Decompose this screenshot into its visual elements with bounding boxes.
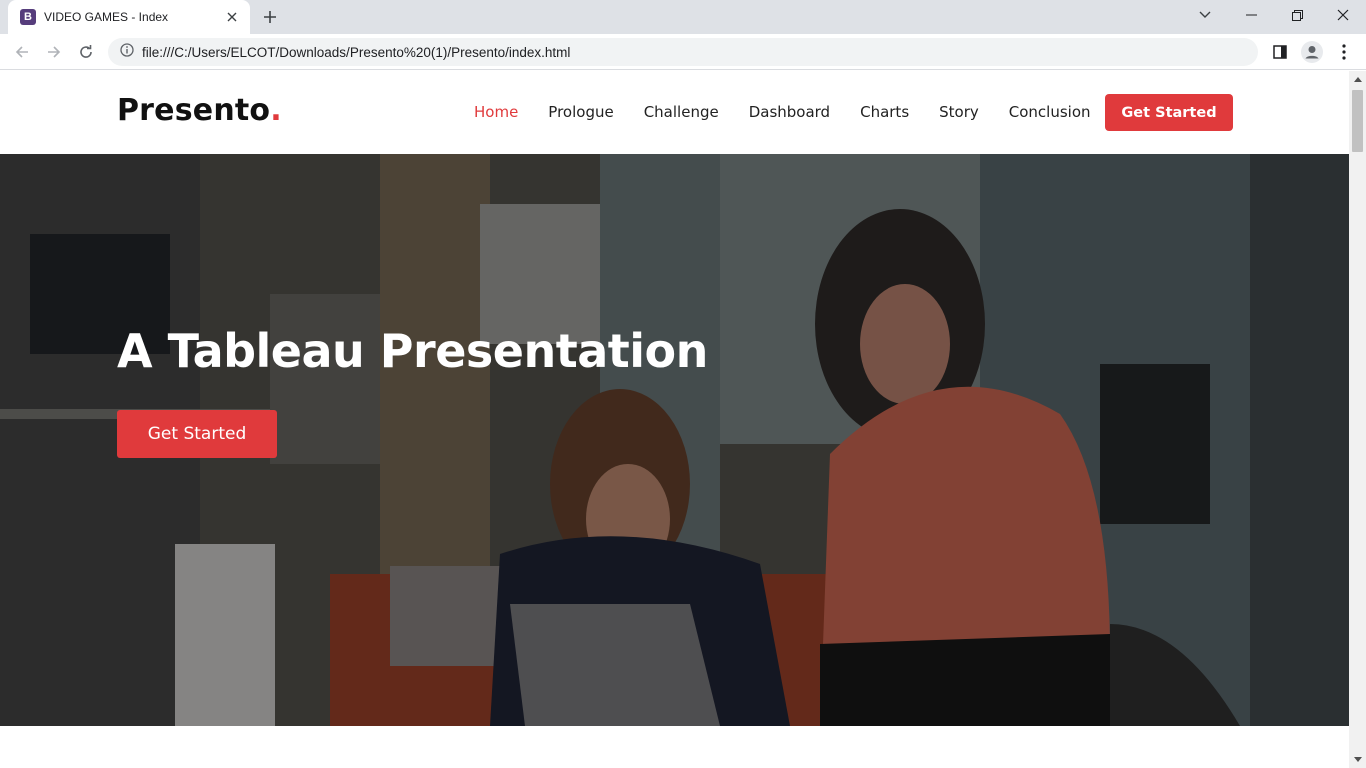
browser-tabstrip: B VIDEO GAMES - Index: [0, 0, 1366, 34]
info-icon[interactable]: [120, 42, 134, 62]
nav-conclusion[interactable]: Conclusion: [1009, 103, 1091, 121]
nav-charts[interactable]: Charts: [860, 103, 909, 121]
forward-arrow-icon[interactable]: [42, 40, 66, 64]
new-tab-plus-icon[interactable]: [258, 6, 282, 28]
site-logo[interactable]: Presento.: [117, 93, 282, 128]
logo-dot: .: [270, 93, 282, 128]
hero-title: A Tableau Presentation: [117, 324, 708, 378]
minimize-icon[interactable]: [1228, 0, 1274, 30]
nav-home[interactable]: Home: [474, 103, 518, 121]
page-viewport: Presento. Home Prologue Challenge Dashbo…: [0, 71, 1349, 768]
profile-avatar-icon[interactable]: [1300, 40, 1324, 64]
tab-search-chevron-icon[interactable]: [1182, 0, 1228, 30]
hero-section: A Tableau Presentation Get Started: [0, 154, 1349, 726]
header-get-started-button[interactable]: Get Started: [1105, 94, 1233, 131]
tab-title: VIDEO GAMES - Index: [44, 10, 169, 24]
page-scrollbar[interactable]: [1349, 71, 1366, 768]
address-bar[interactable]: file:///C:/Users/ELCOT/Downloads/Present…: [108, 38, 1258, 66]
url-text: file:///C:/Users/ELCOT/Downloads/Present…: [142, 44, 571, 60]
window-close-icon[interactable]: [1320, 0, 1366, 30]
bootstrap-favicon-icon: B: [20, 9, 36, 25]
nav-story[interactable]: Story: [939, 103, 979, 121]
close-icon[interactable]: [224, 9, 240, 25]
nav-dashboard[interactable]: Dashboard: [749, 103, 830, 121]
reload-icon[interactable]: [74, 40, 98, 64]
main-nav: Home Prologue Challenge Dashboard Charts…: [474, 103, 1121, 121]
site-header: Presento. Home Prologue Challenge Dashbo…: [0, 71, 1349, 154]
browser-tab[interactable]: B VIDEO GAMES - Index: [8, 0, 250, 34]
restore-icon[interactable]: [1274, 0, 1320, 30]
menu-kebab-icon[interactable]: [1332, 40, 1356, 64]
side-panel-icon[interactable]: [1268, 40, 1292, 64]
scroll-down-arrow-icon[interactable]: [1349, 751, 1366, 768]
browser-toolbar: file:///C:/Users/ELCOT/Downloads/Present…: [0, 34, 1366, 70]
scroll-thumb[interactable]: [1352, 90, 1363, 152]
nav-challenge[interactable]: Challenge: [644, 103, 719, 121]
scroll-up-arrow-icon[interactable]: [1349, 71, 1366, 88]
nav-prologue[interactable]: Prologue: [548, 103, 613, 121]
back-arrow-icon[interactable]: [10, 40, 34, 64]
logo-text: Presento: [117, 93, 271, 128]
hero-get-started-button[interactable]: Get Started: [117, 410, 277, 458]
